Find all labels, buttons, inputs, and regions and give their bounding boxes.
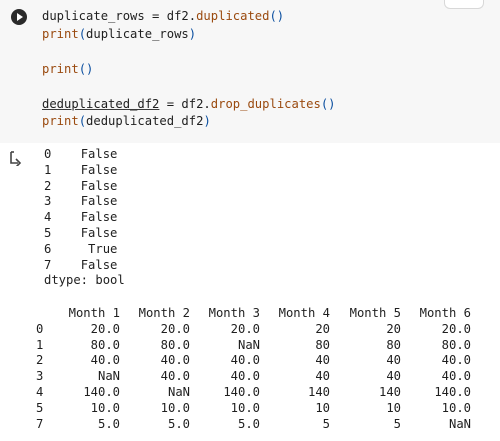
cell-toolbar-tab[interactable] <box>444 0 484 9</box>
code-line-5: print(deduplicated_df2) <box>42 114 211 128</box>
table-cell: 140 <box>307 384 330 399</box>
table-cell: 80.0 <box>160 337 190 352</box>
table-cell: 20 <box>386 321 401 336</box>
table-cell: 5.0 <box>237 416 260 431</box>
series-row: 6 True <box>44 241 118 256</box>
table-cell: 40.0 <box>160 353 190 368</box>
table-cell: 40 <box>315 353 330 368</box>
column-header: Month 1 <box>68 306 120 320</box>
table-cell: 20.0 <box>90 321 120 336</box>
table-cell: 10 <box>386 400 401 415</box>
column-header: Month 3 <box>208 306 260 320</box>
row-index: 3 <box>36 369 44 384</box>
table-cell: 40 <box>386 353 401 368</box>
table-cell: 5.0 <box>167 416 190 431</box>
table-cell: 10.0 <box>230 400 260 415</box>
table-row: 2 40.0 40.0 40.0 40 40 40.0 <box>36 353 471 369</box>
table-cell: 5.0 <box>97 416 120 431</box>
row-index: 4 <box>36 384 44 399</box>
table-row: 0 20.0 20.0 20.0 20 20 20.0 <box>36 322 471 338</box>
series-row: 7 False <box>44 257 118 272</box>
table-row: 4 140.0 NaN 140.0 140 140 140.0 <box>36 385 471 401</box>
table-cell: 140.0 <box>83 384 120 399</box>
table-cell: 10.0 <box>441 400 471 415</box>
column-header: Month 2 <box>138 306 190 320</box>
output-arrow-icon[interactable] <box>8 150 24 166</box>
code-editor[interactable]: duplicate_rows = df2.duplicated() print(… <box>42 8 336 131</box>
table-header-row: Month 1 Month 2 Month 3 Month 4 Month 5 … <box>36 306 471 322</box>
table-row: 1 80.0 80.0 NaN 80 80 80.0 <box>36 338 471 354</box>
table-cell: 5 <box>393 416 401 431</box>
series-row: 0 False <box>44 147 118 161</box>
series-row: 4 False <box>44 210 118 225</box>
series-row: 5 False <box>44 225 118 240</box>
table-cell: 40.0 <box>441 353 471 368</box>
table-cell: 40 <box>315 369 330 384</box>
code-cell[interactable]: duplicate_rows = df2.duplicated() print(… <box>0 0 500 143</box>
table-cell: 40.0 <box>230 369 260 384</box>
dataframe-output: Month 1 Month 2 Month 3 Month 4 Month 5 … <box>36 306 471 432</box>
table-row: 7 5.0 5.0 5.0 5 5 NaN <box>36 417 471 433</box>
code-line-2: print(duplicate_rows) <box>42 26 197 41</box>
table-cell: 40.0 <box>230 353 260 368</box>
table-cell: 20.0 <box>160 321 190 336</box>
column-header: Month 6 <box>419 306 471 320</box>
code-line-4: deduplicated_df2 = df2.drop_duplicates() <box>42 96 336 111</box>
series-row: 1 False <box>44 162 118 177</box>
table-cell: 20.0 <box>230 321 260 336</box>
row-index: 0 <box>36 321 44 336</box>
table-cell: 80 <box>315 337 330 352</box>
table-cell: 40.0 <box>160 369 190 384</box>
row-index: 2 <box>36 353 44 368</box>
row-index: 5 <box>36 400 44 415</box>
table-cell: NaN <box>448 416 471 431</box>
code-line-3: print() <box>42 61 94 76</box>
table-cell: 20.0 <box>441 321 471 336</box>
run-cell-button[interactable] <box>11 9 27 25</box>
table-cell: 80 <box>386 337 401 352</box>
table-cell: 40 <box>386 369 401 384</box>
table-cell: 40.0 <box>90 353 120 368</box>
row-index: 1 <box>36 337 44 352</box>
row-index: 7 <box>36 416 44 431</box>
table-cell: 40.0 <box>441 369 471 384</box>
dtype-line: dtype: bool <box>44 273 125 288</box>
table-cell: 10.0 <box>90 400 120 415</box>
table-cell: 140.0 <box>434 384 471 399</box>
table-cell: 10.0 <box>160 400 190 415</box>
table-cell: 80.0 <box>441 337 471 352</box>
column-header: Month 4 <box>278 306 330 320</box>
table-cell: 20 <box>315 321 330 336</box>
series-row: 2 False <box>44 178 118 193</box>
table-cell: NaN <box>167 384 190 399</box>
table-cell: 140.0 <box>223 384 260 399</box>
table-cell: 80.0 <box>90 337 120 352</box>
column-header: Month 5 <box>349 306 401 320</box>
series-row: 3 False <box>44 194 118 209</box>
table-cell: NaN <box>237 337 260 352</box>
table-cell: 10 <box>315 400 330 415</box>
series-output: 0 False 1 False 2 False 3 False 4 False … <box>44 147 125 289</box>
table-row: 5 10.0 10.0 10.0 10 10 10.0 <box>36 401 471 417</box>
table-cell: 5 <box>322 416 330 431</box>
table-row: 3 NaN 40.0 40.0 40 40 40.0 <box>36 369 471 385</box>
code-line-1: duplicate_rows = df2.duplicated() <box>42 9 285 23</box>
table-cell: 140 <box>378 384 401 399</box>
table-body: 0 20.0 20.0 20.0 20 20 20.0 1 80.0 80.0 NaN 80 80 80.… <box>36 322 471 433</box>
table-cell: NaN <box>97 369 120 384</box>
